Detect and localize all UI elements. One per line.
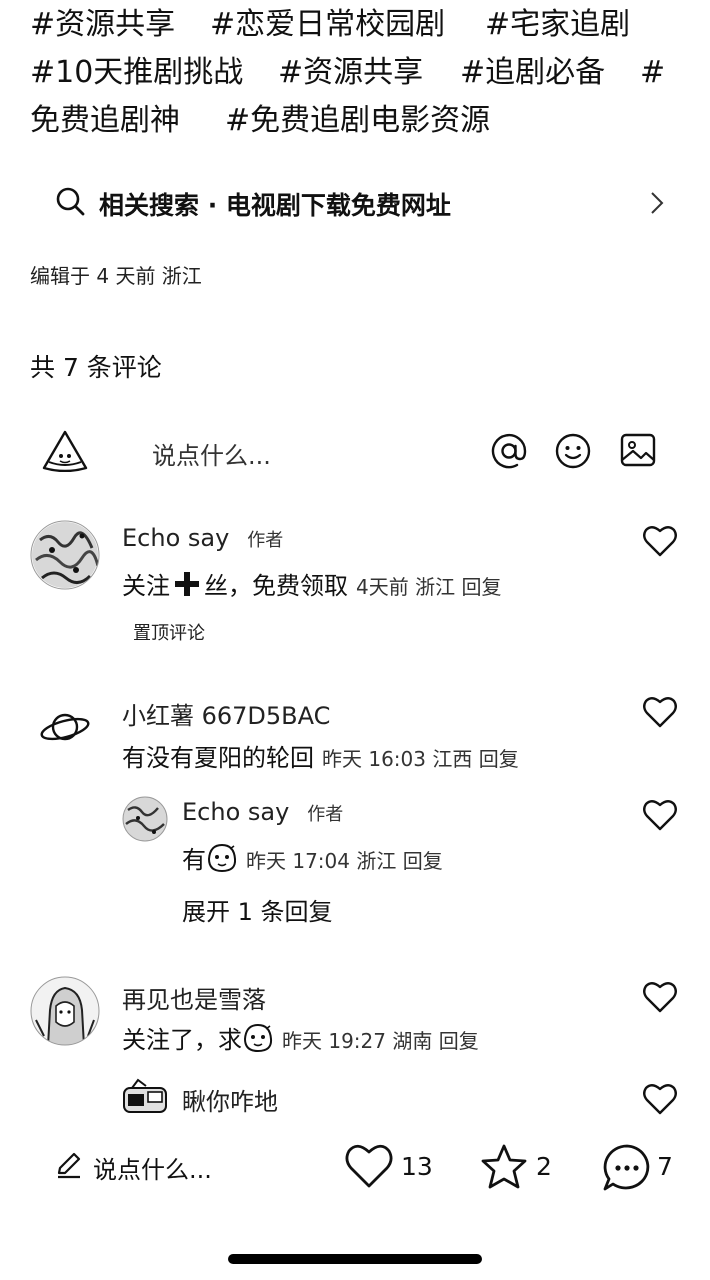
- comment-meta: 昨天 17:04 浙江 回复: [246, 849, 443, 873]
- chevron-right-icon: [649, 190, 665, 222]
- comment-meta: 4天前 浙江 回复: [356, 575, 502, 599]
- hashtag[interactable]: 免费追剧神: [30, 96, 180, 146]
- hashtag[interactable]: #恋爱日常校园剧: [210, 0, 445, 50]
- heart-icon[interactable]: [642, 524, 678, 562]
- hashtag[interactable]: #10天推剧挑战: [30, 48, 243, 98]
- post-meta: 编辑于 4 天前 浙江: [30, 264, 202, 288]
- comment-input-placeholder[interactable]: 说点什么...: [152, 436, 271, 471]
- commenter-name[interactable]: 瞅你咋地: [182, 1082, 278, 1117]
- avatar[interactable]: [122, 796, 168, 846]
- avatar[interactable]: [30, 976, 100, 1050]
- hashtag[interactable]: #: [640, 48, 665, 98]
- reply-header: Echo say 作者: [182, 798, 343, 826]
- like-heart-icon[interactable]: [344, 1142, 394, 1194]
- pinned-label: 置顶评论: [133, 623, 205, 644]
- commenter-name[interactable]: 再见也是雪落: [122, 980, 266, 1015]
- write-comment-placeholder: 说点什么...: [93, 1156, 212, 1184]
- emoji-icon: [206, 843, 238, 879]
- comment-count-badge: 7: [657, 1152, 673, 1181]
- star-icon[interactable]: [479, 1142, 529, 1196]
- comment-header: Echo say 作者: [122, 524, 283, 552]
- avatar[interactable]: [30, 520, 100, 594]
- comment-text-part: 关注了，求: [122, 1026, 242, 1054]
- commenter-name[interactable]: Echo say: [122, 524, 229, 552]
- avatar[interactable]: [122, 1078, 168, 1120]
- comment-text-part: 有: [182, 846, 206, 874]
- smile-icon[interactable]: [554, 432, 592, 474]
- comment-meta: 昨天 16:03 江西 回复: [322, 747, 519, 771]
- heart-icon[interactable]: [642, 798, 678, 836]
- hashtag[interactable]: #追剧必备: [460, 48, 605, 98]
- comment-text-part: 关注: [122, 572, 170, 600]
- commenter-name[interactable]: 小红薯 667D5BAC: [122, 696, 330, 731]
- bottom-action-bar: 说点什么... 13 2 7: [0, 1138, 710, 1198]
- commenter-name[interactable]: Echo say: [182, 798, 289, 826]
- comment-bubble-icon[interactable]: [601, 1142, 653, 1198]
- author-badge: 作者: [307, 804, 344, 825]
- plus-icon: [174, 571, 200, 603]
- heart-icon[interactable]: [642, 1082, 678, 1120]
- comment-input-bar[interactable]: 说点什么...: [40, 424, 670, 480]
- related-search-label: 相关搜索 · 电视剧下载免费网址: [99, 191, 451, 220]
- search-icon: [55, 186, 85, 222]
- watermelon-icon[interactable]: [40, 428, 90, 476]
- home-indicator[interactable]: [228, 1254, 482, 1264]
- expand-replies-link[interactable]: 展开 1 条回复: [182, 892, 333, 927]
- hashtag[interactable]: #资源共享: [278, 48, 423, 98]
- hashtag[interactable]: #宅家追剧: [485, 0, 630, 50]
- comment-text-part: 丝，免费领取: [204, 572, 348, 600]
- like-count: 13: [401, 1152, 433, 1181]
- image-icon[interactable]: [620, 432, 656, 472]
- comment-text[interactable]: 关注 丝，免费领取 4天前 浙江 回复: [122, 566, 501, 603]
- heart-icon[interactable]: [642, 980, 678, 1018]
- author-badge: 作者: [247, 530, 284, 551]
- at-icon[interactable]: [490, 432, 528, 474]
- heart-icon[interactable]: [642, 695, 678, 733]
- comment-text[interactable]: 有没有夏阳的轮回 昨天 16:03 江西 回复: [122, 738, 519, 773]
- hashtag[interactable]: #资源共享: [30, 0, 175, 50]
- emoji-icon: [242, 1023, 274, 1059]
- reply-text[interactable]: 有 昨天 17:04 浙江 回复: [182, 840, 443, 879]
- comment-text-part: 有没有夏阳的轮回: [122, 744, 314, 772]
- comment-text[interactable]: 关注了，求 昨天 19:27 湖南 回复: [122, 1020, 479, 1059]
- comment-count: 共 7 条评论: [30, 353, 162, 382]
- hashtag[interactable]: #免费追剧电影资源: [225, 96, 490, 146]
- pencil-icon: [55, 1151, 83, 1185]
- write-comment-button[interactable]: 说点什么...: [55, 1150, 212, 1185]
- star-count: 2: [536, 1152, 552, 1181]
- avatar[interactable]: [38, 700, 92, 758]
- comment-meta: 昨天 19:27 湖南 回复: [282, 1029, 479, 1053]
- related-search-row[interactable]: 相关搜索 · 电视剧下载免费网址: [55, 182, 665, 226]
